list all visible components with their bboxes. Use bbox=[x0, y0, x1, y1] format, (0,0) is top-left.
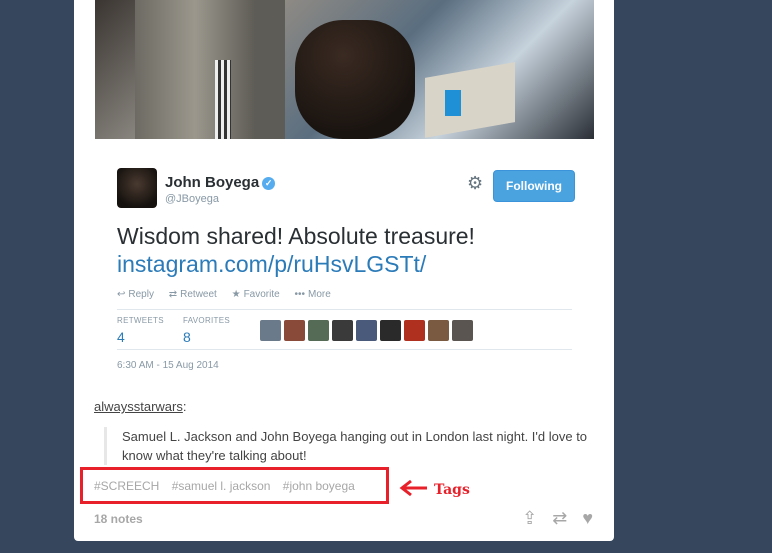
reblog-quote: Samuel L. Jackson and John Boyega hangin… bbox=[104, 427, 612, 465]
following-button[interactable]: Following bbox=[493, 170, 575, 202]
retweets-stat[interactable]: RETWEETS 4 bbox=[117, 316, 164, 345]
retweet-button[interactable]: ⇄ Retweet bbox=[169, 289, 217, 300]
tweet-actions: ↩ Reply ⇄ Retweet ★ Favorite ••• More bbox=[117, 289, 343, 300]
tweet-text: Wisdom shared! Absolute treasure! bbox=[117, 223, 475, 249]
tweet-handle[interactable]: @JBoyega bbox=[165, 193, 219, 205]
divider bbox=[117, 309, 572, 310]
arrow-icon bbox=[399, 479, 427, 497]
reblog-author-link[interactable]: alwaysstarwars bbox=[94, 399, 183, 414]
avatar[interactable] bbox=[117, 168, 157, 208]
avatar[interactable] bbox=[356, 320, 377, 341]
avatar[interactable] bbox=[380, 320, 401, 341]
post-controls: ⇪ ⇄ ♥ bbox=[522, 508, 593, 529]
divider bbox=[117, 349, 572, 350]
retweet-icon: ⇄ bbox=[168, 289, 178, 300]
avatar[interactable] bbox=[308, 320, 329, 341]
more-icon: ••• bbox=[294, 289, 305, 300]
avatar[interactable] bbox=[332, 320, 353, 341]
favorite-icon: ★ bbox=[231, 289, 241, 300]
avatar[interactable] bbox=[404, 320, 425, 341]
more-button[interactable]: ••• More bbox=[294, 289, 330, 300]
avatar[interactable] bbox=[260, 320, 281, 341]
verified-icon: ✓ bbox=[262, 177, 276, 190]
tags-annotation-label: Tags bbox=[434, 482, 470, 498]
reply-button[interactable]: ↩ Reply bbox=[117, 289, 154, 300]
reply-icon: ↩ bbox=[117, 289, 126, 300]
post-photo bbox=[95, 0, 594, 139]
avatar[interactable] bbox=[284, 320, 305, 341]
reblog-author: alwaysstarwars: bbox=[94, 399, 187, 414]
tweet-author[interactable]: John Boyega ✓ bbox=[165, 174, 276, 191]
favorites-stat[interactable]: FAVORITES 8 bbox=[183, 316, 230, 345]
share-icon[interactable]: ⇪ bbox=[522, 508, 537, 529]
tweet-timestamp[interactable]: 6:30 AM - 15 Aug 2014 bbox=[117, 360, 219, 371]
gear-icon[interactable]: ⚙ bbox=[467, 174, 483, 192]
like-icon[interactable]: ♥ bbox=[582, 508, 593, 529]
post-card: John Boyega ✓ @JBoyega ⚙ Following Wisdom… bbox=[74, 0, 614, 541]
display-name[interactable]: John Boyega bbox=[165, 174, 259, 191]
avatar[interactable] bbox=[452, 320, 473, 341]
favoriter-avatars bbox=[260, 320, 473, 341]
tweet-link[interactable]: instagram.com/p/ruHsvLGSTt/ bbox=[117, 250, 426, 278]
avatar[interactable] bbox=[428, 320, 449, 341]
reblog-icon[interactable]: ⇄ bbox=[552, 508, 567, 529]
notes-count[interactable]: 18 notes bbox=[94, 512, 143, 526]
embedded-tweet: John Boyega ✓ @JBoyega ⚙ Following Wisdom… bbox=[95, 156, 575, 376]
tags-highlight-box bbox=[80, 467, 389, 504]
favorite-button[interactable]: ★ Favorite bbox=[232, 289, 280, 300]
